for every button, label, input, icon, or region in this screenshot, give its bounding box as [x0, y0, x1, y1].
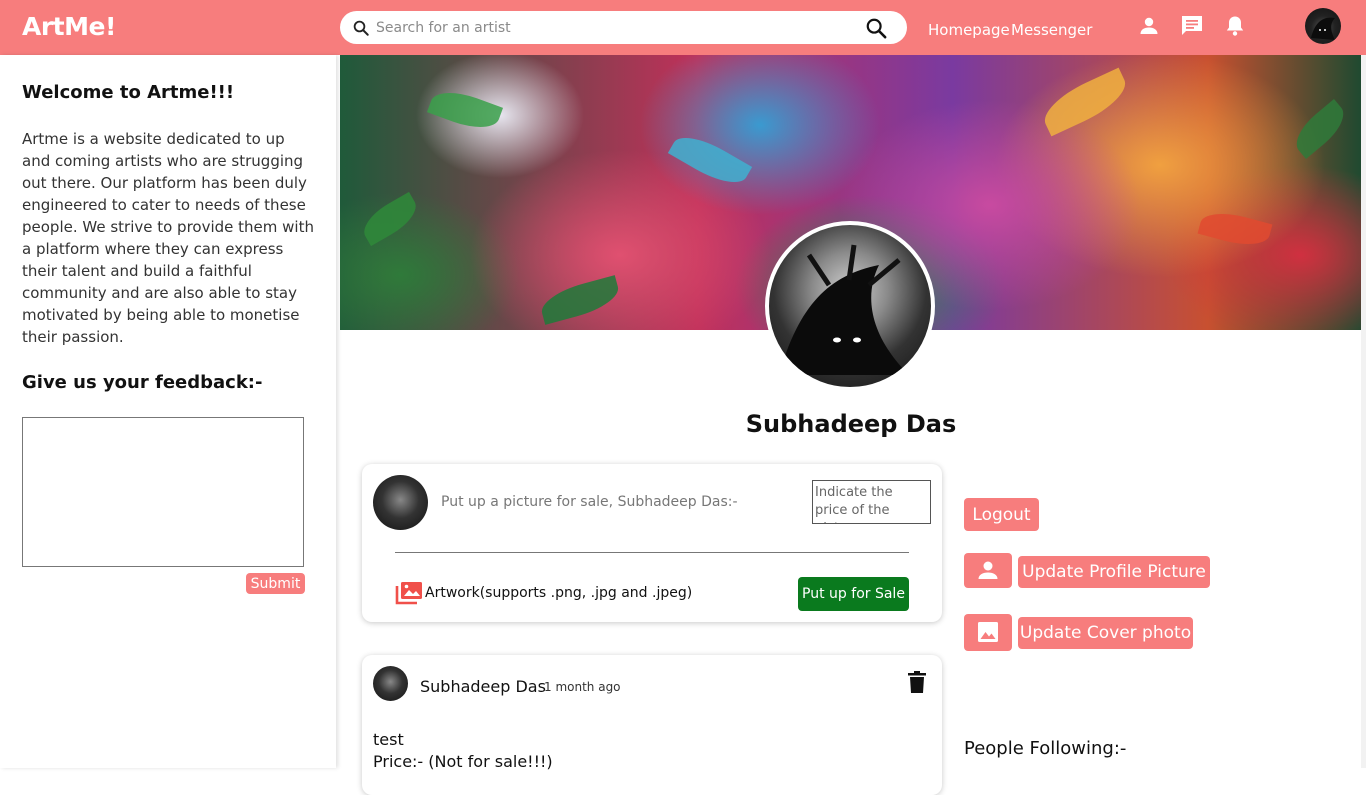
- post-timestamp: 1 month ago: [544, 680, 621, 694]
- composer-divider: [395, 552, 909, 553]
- cover-art-leaf: [426, 83, 504, 137]
- update-cover-photo-button[interactable]: Update Cover photo: [1018, 617, 1193, 649]
- artwork-upload-label[interactable]: Artwork(supports .png, .jpg and .jpeg): [425, 585, 692, 601]
- bell-icon[interactable]: [1223, 14, 1247, 38]
- profile-name: Subhadeep Das: [745, 410, 957, 438]
- nav-homepage-link[interactable]: Homepage: [928, 21, 1010, 39]
- cover-art-leaf: [357, 191, 423, 247]
- cover-art-leaf: [667, 127, 753, 193]
- profile-picture[interactable]: [765, 221, 935, 391]
- chat-icon[interactable]: [1180, 14, 1204, 38]
- feedback-title: Give us your feedback:-: [22, 372, 263, 393]
- cover-photo-icon-button[interactable]: [964, 614, 1012, 651]
- about-text: Artme is a website dedicated to up and c…: [22, 130, 314, 346]
- person-icon: [978, 561, 998, 579]
- logo[interactable]: ArtMe!: [22, 12, 116, 41]
- composer-avatar: [373, 475, 428, 530]
- cover-art-leaf: [1197, 206, 1273, 252]
- header-avatar[interactable]: [1305, 8, 1341, 44]
- welcome-title: Welcome to Artme!!!: [22, 82, 235, 103]
- scrollbar-track[interactable]: [1361, 55, 1366, 768]
- post-body: test: [373, 730, 404, 749]
- feedback-textarea[interactable]: [22, 417, 304, 567]
- cover-art-leaf: [537, 275, 623, 325]
- cover-art-leaf: [1288, 98, 1352, 160]
- logout-button[interactable]: Logout: [964, 498, 1039, 531]
- trash-icon[interactable]: [908, 671, 926, 693]
- post-author-name[interactable]: Subhadeep Das: [420, 677, 546, 696]
- post-card: Subhadeep Das 1 month ago test Price:- (…: [362, 655, 942, 795]
- post-price: Price:- (Not for sale!!!): [373, 752, 553, 771]
- post-author-avatar[interactable]: [373, 666, 408, 701]
- search-submit-icon[interactable]: [865, 17, 887, 39]
- top-header: ArtMe! Homepage Messenger: [0, 0, 1366, 55]
- price-input[interactable]: [812, 480, 931, 524]
- update-profile-picture-button[interactable]: Update Profile Picture: [1018, 556, 1210, 588]
- put-up-for-sale-button[interactable]: Put up for Sale: [798, 577, 909, 611]
- post-caption-input[interactable]: [441, 494, 781, 510]
- cover-art-leaf: [1037, 67, 1133, 137]
- people-following-title: People Following:-: [964, 738, 1127, 759]
- create-post-card: Artwork(supports .png, .jpg and .jpeg) P…: [362, 464, 942, 622]
- search-bar[interactable]: [340, 11, 907, 44]
- profile-picture-icon-button[interactable]: [964, 553, 1012, 588]
- image-icon: [978, 622, 998, 642]
- feedback-submit-button[interactable]: Submit: [246, 573, 305, 594]
- profile-picture-image: [779, 244, 909, 375]
- search-icon: [353, 20, 369, 36]
- search-input[interactable]: [376, 15, 856, 40]
- avatar-image: [1311, 17, 1335, 40]
- photo-library-icon[interactable]: [395, 581, 423, 605]
- nav-messenger-link[interactable]: Messenger: [1011, 21, 1092, 39]
- left-sidebar: Welcome to Artme!!! Artme is a website d…: [0, 55, 336, 768]
- person-icon[interactable]: [1137, 14, 1161, 38]
